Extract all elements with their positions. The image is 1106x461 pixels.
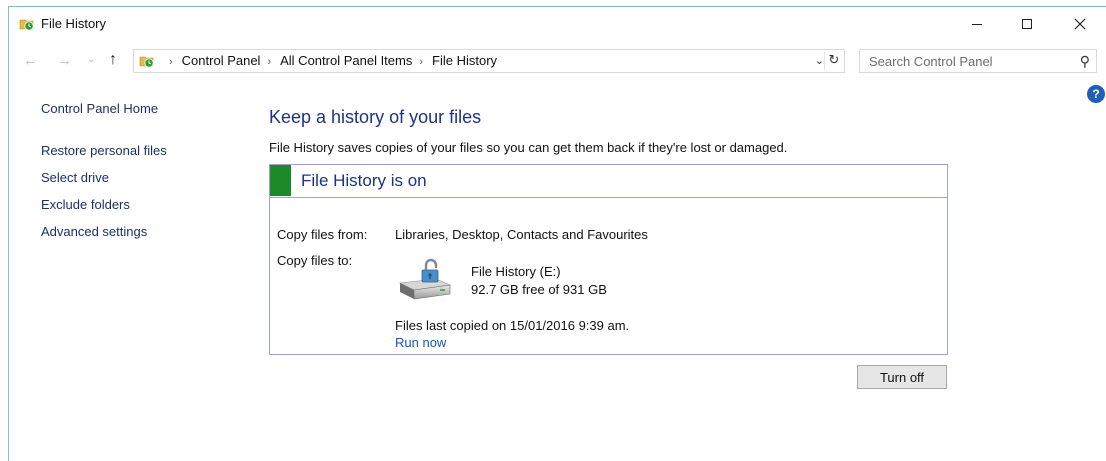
- page-description: File History saves copies of your files …: [269, 140, 788, 155]
- title-bar: File History: [9, 7, 1106, 41]
- status-panel: File History is on Copy files from: Libr…: [269, 164, 948, 355]
- search-box[interactable]: ⚲: [859, 49, 1097, 73]
- run-now-link[interactable]: Run now: [395, 335, 446, 350]
- help-icon[interactable]: ?: [1087, 85, 1105, 103]
- up-arrow-icon[interactable]: ↑: [109, 51, 117, 69]
- drive-icon: [398, 258, 452, 300]
- advanced-settings-link[interactable]: Advanced settings: [41, 224, 147, 239]
- select-drive-link[interactable]: Select drive: [41, 170, 109, 185]
- window-title: File History: [41, 16, 107, 31]
- copy-from-value: Libraries, Desktop, Contacts and Favouri…: [395, 227, 648, 242]
- back-arrow-icon[interactable]: ←: [23, 52, 38, 69]
- restore-personal-files-link[interactable]: Restore personal files: [41, 143, 167, 158]
- maximize-icon: [1022, 19, 1032, 29]
- forward-arrow-icon[interactable]: →: [57, 52, 72, 69]
- recent-locations-chevron-icon[interactable]: ⌄: [87, 54, 95, 65]
- turn-off-button[interactable]: Turn off: [857, 365, 947, 389]
- minimize-button[interactable]: [954, 11, 1000, 37]
- breadcrumb-control-panel[interactable]: Control Panel: [182, 53, 261, 68]
- copy-to-label: Copy files to:: [277, 253, 353, 268]
- copy-from-label: Copy files from:: [277, 227, 368, 242]
- breadcrumb-separator[interactable]: ›: [267, 56, 271, 68]
- maximize-button[interactable]: [1004, 11, 1050, 37]
- file-history-window: File History ← → ⌄ ↑ › Control Panel › All …: [8, 6, 1106, 461]
- control-panel-home-link[interactable]: Control Panel Home: [41, 101, 158, 116]
- status-header: File History is on: [270, 165, 947, 198]
- address-dropdown-icon[interactable]: ⌄: [815, 54, 824, 67]
- breadcrumb-separator[interactable]: ›: [419, 56, 423, 68]
- file-history-icon: [139, 56, 154, 68]
- minimize-icon: [972, 24, 982, 25]
- file-history-icon: [19, 19, 34, 31]
- close-icon: [1074, 18, 1086, 30]
- close-button[interactable]: [1057, 11, 1103, 37]
- status-title: File History is on: [301, 171, 427, 190]
- status-indicator: [270, 165, 291, 196]
- breadcrumb-file-history[interactable]: File History: [432, 53, 497, 68]
- address-bar[interactable]: › Control Panel › All Control Panel Items › F…: [133, 49, 845, 73]
- search-icon[interactable]: ⚲: [1080, 53, 1090, 70]
- drive-free-space: 92.7 GB free of 931 GB: [471, 282, 607, 297]
- last-copied-text: Files last copied on 15/01/2016 9:39 am.: [395, 318, 630, 333]
- navigation-bar: ← → ⌄ ↑ › Control Panel › All Control Panel…: [9, 47, 1106, 75]
- refresh-icon[interactable]: ↻: [824, 52, 843, 70]
- breadcrumb-separator: ›: [169, 56, 173, 68]
- page-title: Keep a history of your files: [269, 107, 482, 127]
- breadcrumb-all-items[interactable]: All Control Panel Items: [280, 53, 412, 68]
- exclude-folders-link[interactable]: Exclude folders: [41, 197, 130, 212]
- drive-name: File History (E:): [471, 264, 561, 279]
- search-input[interactable]: [860, 50, 1069, 72]
- breadcrumb: › Control Panel › All Control Panel Items › F…: [162, 53, 497, 68]
